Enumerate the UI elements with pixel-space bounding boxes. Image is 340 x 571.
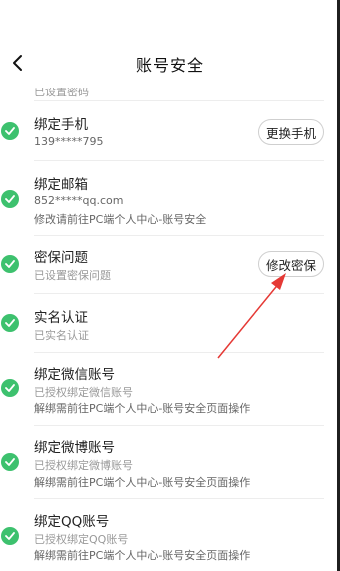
change-security-question-button[interactable]: 修改密保 bbox=[258, 251, 324, 277]
row-subtitle: 已授权绑定微信账号 bbox=[34, 386, 133, 399]
row-title: 绑定手机 bbox=[34, 117, 88, 133]
nav-bar: 账号安全 bbox=[0, 38, 340, 88]
row-subtitle: 解绑需前往PC端个人中心-账号安全页面操作 bbox=[34, 549, 251, 562]
row-subtitle: 已设置密保问题 bbox=[34, 269, 111, 282]
row-bind-phone: 绑定手机 139*****795 更换手机 bbox=[0, 101, 340, 160]
row-title: 绑定邮箱 bbox=[34, 177, 88, 193]
change-phone-button[interactable]: 更换手机 bbox=[258, 119, 324, 145]
page-title: 账号安全 bbox=[135, 56, 204, 75]
status-bar bbox=[0, 0, 340, 38]
row-title: 实名认证 bbox=[34, 310, 88, 326]
check-circle-icon bbox=[1, 314, 19, 332]
row-bind-qq: 绑定QQ账号 已授权绑定QQ账号 解绑需前往PC端个人中心-账号安全页面操作 bbox=[0, 499, 340, 571]
security-list: 已设置密码 绑定手机 139*****795 更换手机 绑定邮箱 852****… bbox=[0, 88, 340, 571]
row-title: 密保问题 bbox=[34, 250, 88, 266]
row-title: 绑定微信账号 bbox=[34, 367, 115, 383]
check-circle-icon bbox=[1, 190, 19, 208]
row-subtitle: 解绑需前往PC端个人中心-账号安全页面操作 bbox=[34, 476, 251, 489]
row-subtitle: 852*****qq.com bbox=[34, 194, 124, 207]
check-circle-icon bbox=[1, 453, 19, 471]
row-subtitle: 已实名认证 bbox=[34, 329, 89, 342]
row-title: 绑定微博账号 bbox=[34, 440, 115, 456]
row-bind-wechat: 绑定微信账号 已授权绑定微信账号 解绑需前往PC端个人中心-账号安全页面操作 bbox=[0, 353, 340, 425]
check-circle-icon bbox=[1, 255, 19, 273]
row-security-question: 密保问题 已设置密保问题 修改密保 bbox=[0, 236, 340, 293]
row-subtitle: 已授权绑定QQ账号 bbox=[34, 533, 129, 546]
row-subtitle: 139*****795 bbox=[34, 135, 104, 148]
clipped-row-subtitle: 已设置密码 bbox=[34, 88, 89, 98]
check-circle-icon bbox=[1, 122, 19, 140]
row-subtitle: 修改请前往PC端个人中心-账号安全 bbox=[34, 213, 207, 226]
check-circle-icon bbox=[1, 379, 19, 397]
row-subtitle: 解绑需前往PC端个人中心-账号安全页面操作 bbox=[34, 402, 251, 415]
check-circle-icon bbox=[1, 527, 19, 545]
row-real-name: 实名认证 已实名认证 bbox=[0, 294, 340, 352]
row-bind-weibo: 绑定微博账号 已授权绑定微博账号 解绑需前往PC端个人中心-账号安全页面操作 bbox=[0, 426, 340, 498]
row-title: 绑定QQ账号 bbox=[34, 514, 110, 530]
row-bind-email: 绑定邮箱 852*****qq.com 修改请前往PC端个人中心-账号安全 bbox=[0, 161, 340, 235]
row-subtitle: 已授权绑定微博账号 bbox=[34, 459, 133, 472]
